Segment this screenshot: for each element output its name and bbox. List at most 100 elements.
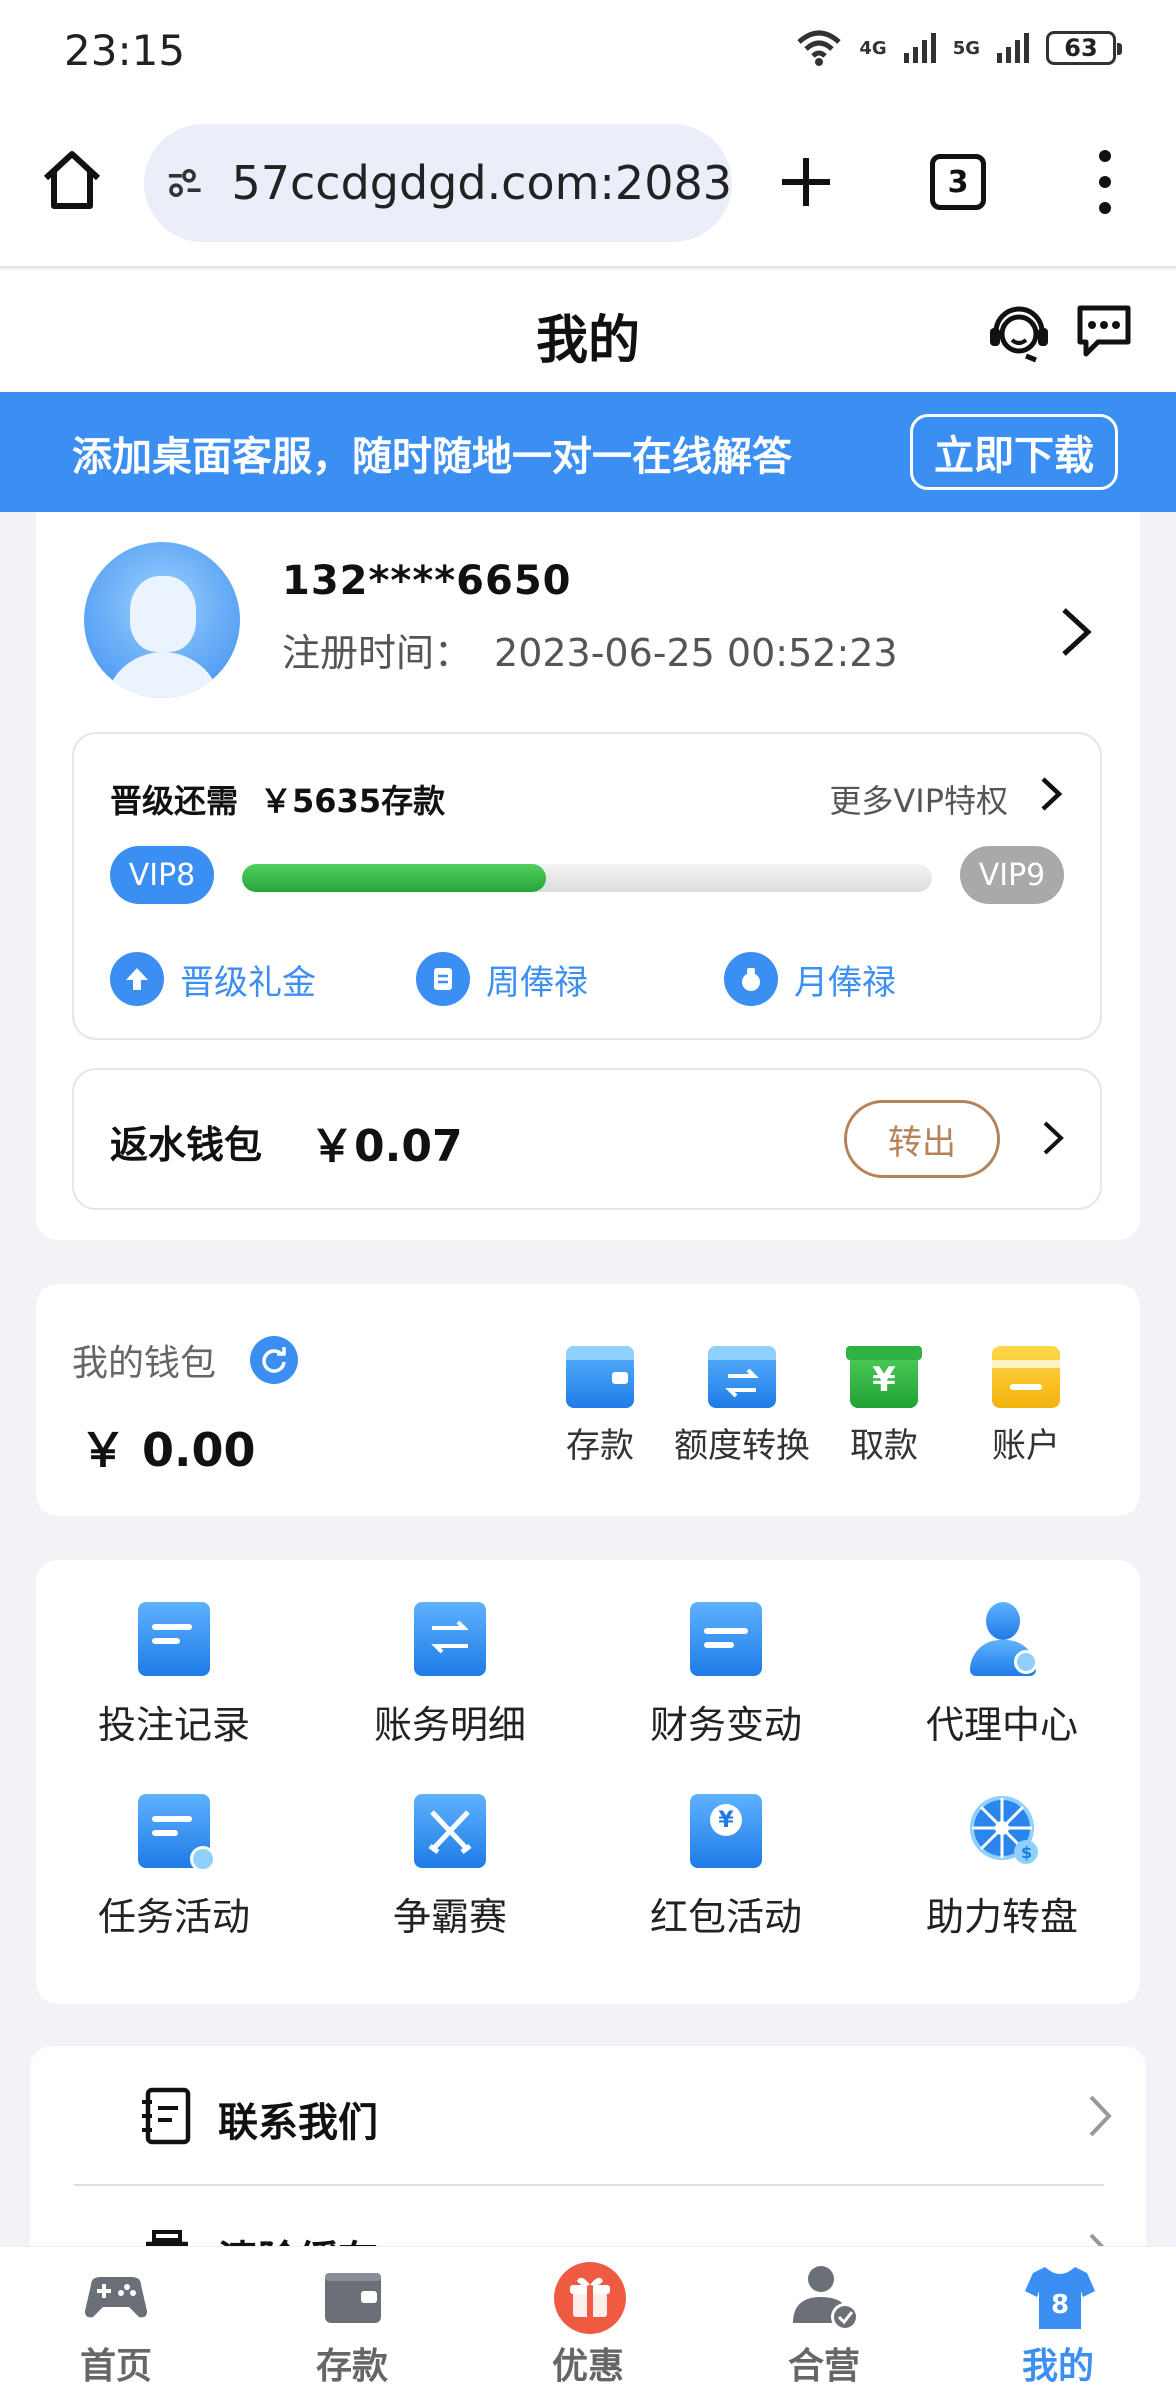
wallet-action-label: 额度转换 — [674, 1426, 810, 1466]
perk-upgrade-bonus[interactable]: 晋级礼金 — [110, 952, 316, 1006]
agent-icon — [966, 1602, 1038, 1676]
contact-book-icon — [142, 2087, 191, 2145]
grid-item-task-activity[interactable]: 任务活动 — [36, 1794, 312, 1941]
chevron-right-icon[interactable] — [1040, 1118, 1066, 1158]
nav-label: 存款 — [315, 2346, 388, 2387]
vip-need: 晋级还需 ￥5635存款 — [110, 776, 445, 822]
svg-text:8: 8 — [1051, 2290, 1069, 2320]
vip-current-badge: VIP8 — [110, 846, 214, 904]
download-button[interactable]: 立即下载 — [910, 414, 1118, 490]
nav-label: 优惠 — [551, 2346, 624, 2387]
clock: 23:15 — [64, 26, 186, 75]
url-bar[interactable]: 57ccdgdgd.com:2083 — [144, 124, 732, 242]
nav-home[interactable]: 首页 — [26, 2261, 206, 2389]
rebate-label: 返水钱包 — [110, 1123, 263, 1167]
new-tab-icon[interactable] — [776, 152, 836, 212]
svg-text:$: $ — [1021, 1843, 1032, 1862]
grid-item-finance-changes[interactable]: 财务变动 — [588, 1602, 864, 1749]
vip-need-label: 晋级还需 — [110, 782, 239, 820]
nav-label: 我的 — [1021, 2346, 1094, 2387]
nav-label: 首页 — [79, 2346, 152, 2387]
wallet-card: 我的钱包 ￥ 0.00 存款 额度转换 ¥ 取款 账户 — [36, 1284, 1140, 1516]
perk-weekly-salary[interactable]: 周俸禄 — [416, 952, 588, 1006]
grid-item-label: 争霸赛 — [392, 1895, 507, 1939]
grid-item-label: 账务明细 — [373, 1703, 526, 1747]
perk-label: 月俸禄 — [794, 962, 896, 1003]
partner-icon — [789, 2261, 859, 2331]
vip-progress-box: 晋级还需 ￥5635存款 更多VIP特权 VIP8 VIP9 晋级礼金 周俸禄 月… — [72, 732, 1102, 1040]
grid-item-lucky-wheel[interactable]: $ 助力转盘 — [864, 1794, 1140, 1941]
cash-icon: ¥ — [846, 1346, 922, 1408]
money-bag-icon — [724, 952, 778, 1006]
rebate-wallet: 返水钱包 ￥0.07 转出 — [72, 1068, 1102, 1210]
chevron-right-icon[interactable] — [1056, 604, 1096, 660]
grid-item-tournament[interactable]: 争霸赛 — [312, 1794, 588, 1941]
wallet-balance: ￥ 0.00 — [80, 1423, 256, 1477]
grid-item-bet-records[interactable]: 投注记录 — [36, 1602, 312, 1749]
status-bar: 23:15 4G 5G 63 — [0, 0, 1176, 100]
register-time: 2023-06-25 00:52:23 — [494, 631, 898, 675]
profile-card: 132****6650 注册时间： 2023-06-25 00:52:23 晋级还… — [36, 512, 1140, 1240]
red-packet-icon: ¥ — [690, 1794, 762, 1868]
grid-item-label: 红包活动 — [649, 1895, 802, 1939]
chevron-right-icon[interactable] — [1038, 774, 1064, 814]
vip-progress-fill — [242, 864, 546, 892]
wheel-icon: $ — [966, 1794, 1038, 1868]
vip-progress-bar — [242, 864, 932, 892]
signal-icon — [997, 33, 1029, 63]
wallet-withdraw-button[interactable]: ¥ 取款 — [814, 1346, 954, 1467]
browser-toolbar: 57ccdgdgd.com:2083 3 — [0, 100, 1176, 268]
gamepad-icon — [81, 2261, 151, 2331]
grid-item-account-details[interactable]: 账务明细 — [312, 1602, 588, 1749]
wallet-icon — [317, 2261, 387, 2331]
refresh-icon[interactable] — [250, 1336, 298, 1384]
nav-promotions[interactable]: 优惠 — [498, 2261, 678, 2389]
nav-mine[interactable]: 8 我的 — [968, 2261, 1148, 2389]
exchange-icon — [708, 1346, 776, 1408]
wifi-icon — [797, 30, 842, 66]
grid-item-label: 投注记录 — [97, 1703, 250, 1747]
list-item-contact-us[interactable]: 联系我们 — [74, 2048, 1112, 2184]
register-label: 注册时间： — [282, 631, 473, 675]
signal-icon — [903, 33, 936, 63]
transfer-out-button[interactable]: 转出 — [844, 1100, 1000, 1178]
rebate-amount: ￥0.07 — [310, 1121, 463, 1172]
network-5g-label: 5G — [952, 37, 980, 59]
banner-text: 添加桌面客服，随时随地一对一在线解答 — [72, 434, 792, 480]
wallet-label: 我的钱包 — [72, 1343, 217, 1384]
wallet-deposit-button[interactable]: 存款 — [530, 1346, 670, 1467]
nav-partnership[interactable]: 合营 — [734, 2261, 914, 2389]
perk-label: 周俸禄 — [486, 962, 588, 1003]
vip-need-amount: ￥5635存款 — [260, 782, 446, 820]
jersey-icon: 8 — [1023, 2261, 1095, 2331]
document-icon — [138, 1602, 210, 1676]
site-settings-icon[interactable] — [166, 157, 203, 209]
grid-item-agent-center[interactable]: 代理中心 — [864, 1602, 1140, 1749]
battery-indicator: 63 — [1046, 31, 1122, 65]
page-header: 我的 — [0, 270, 1176, 392]
grid-item-label: 代理中心 — [925, 1703, 1078, 1747]
home-icon[interactable] — [40, 148, 104, 212]
more-menu-icon[interactable] — [1090, 150, 1120, 214]
grid-item-red-packet[interactable]: ¥ 红包活动 — [588, 1794, 864, 1941]
perk-label: 晋级礼金 — [180, 962, 316, 1003]
vip-next-badge: VIP9 — [960, 846, 1064, 904]
wallet-action-label: 账户 — [992, 1426, 1060, 1466]
wallet-transfer-button[interactable]: 额度转换 — [672, 1346, 812, 1467]
wallet-action-label: 存款 — [566, 1426, 634, 1466]
arrow-up-icon — [110, 952, 164, 1006]
more-vip-link[interactable]: 更多VIP特权 — [829, 776, 1008, 822]
network-4g-label: 4G — [859, 37, 887, 59]
service-banner: 添加桌面客服，随时随地一对一在线解答 立即下载 — [0, 392, 1176, 512]
nav-deposit[interactable]: 存款 — [262, 2261, 442, 2389]
avatar[interactable] — [84, 542, 240, 698]
wallet-action-label: 取款 — [850, 1426, 918, 1466]
customer-service-icon[interactable] — [986, 298, 1052, 364]
message-icon[interactable] — [1074, 300, 1134, 360]
wallet-account-button[interactable]: 账户 — [956, 1346, 1096, 1467]
perk-monthly-salary[interactable]: 月俸禄 — [724, 952, 896, 1006]
gift-icon — [553, 2261, 626, 2334]
wallet-icon — [566, 1346, 634, 1408]
register-info: 注册时间： 2023-06-25 00:52:23 — [282, 622, 898, 677]
tab-switcher-button[interactable]: 3 — [930, 154, 986, 210]
